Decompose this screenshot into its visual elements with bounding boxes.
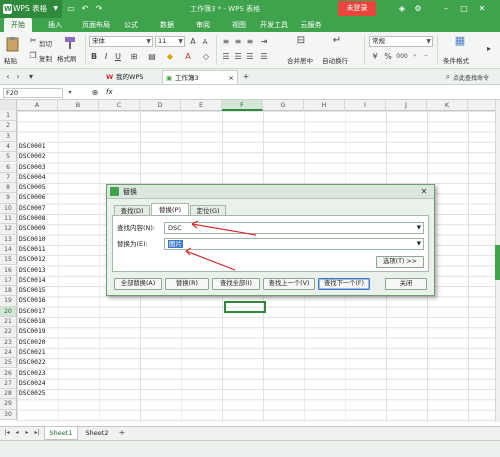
arrow-to-find-field — [191, 223, 257, 236]
arrow-to-replace-field — [185, 250, 236, 271]
annotation-arrows — [185, 220, 257, 271]
